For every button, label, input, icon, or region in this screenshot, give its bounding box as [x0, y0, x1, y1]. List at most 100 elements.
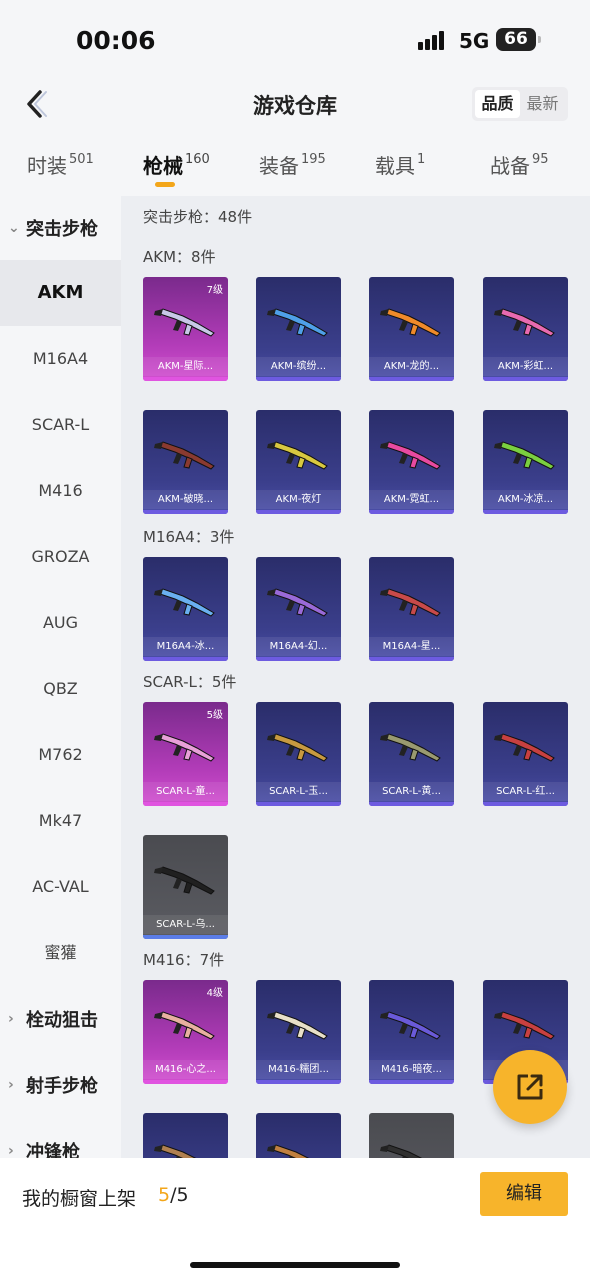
sidebar-group-label: 栓动狙击	[26, 1010, 98, 1031]
warehouse-page: 00:06 5G 66 游戏仓库 品质 最新 时装 501 枪械 160 装备 195…	[0, 0, 590, 1280]
rifle-icon	[380, 588, 441, 617]
weapon-skin-card[interactable]: 5级 SCAR-L-童...	[143, 702, 228, 806]
rifle-icon	[267, 308, 328, 337]
weapon-skin-card[interactable]	[369, 1113, 454, 1158]
tab-supplies[interactable]: 战备 95	[490, 150, 549, 179]
edit-button[interactable]: 编辑	[480, 1172, 568, 1216]
rarity-bar	[256, 1080, 341, 1084]
tab-label: 时装	[27, 154, 67, 178]
sidebar-group-assault-rifles[interactable]: ⌄ 突击步枪	[0, 196, 121, 260]
weapon-skin-card[interactable]: AKM-破晓...	[143, 410, 228, 514]
sidebar-item-m416[interactable]: M416	[0, 458, 121, 524]
weapon-skin-card[interactable]: M16A4-星...	[369, 557, 454, 661]
tab-count: 1	[417, 152, 426, 167]
tab-count: 501	[69, 152, 94, 167]
sidebar-item-groza[interactable]: GROZA	[0, 524, 121, 590]
sidebar-item-akm[interactable]: AKM	[0, 260, 121, 326]
weapon-skin-card[interactable]: AKM-冰凉...	[483, 410, 568, 514]
weapon-skin-card[interactable]: AKM-霓虹...	[369, 410, 454, 514]
weapon-skin-card[interactable]: AKM-龙的...	[369, 277, 454, 381]
chevron-right-icon: ›	[8, 1143, 14, 1158]
status-bar: 00:06 5G 66	[0, 0, 590, 80]
sidebar-group-smg[interactable]: › 冲锋枪	[0, 1118, 121, 1158]
category-summary: 突击步枪：48件	[143, 208, 253, 226]
weapon-skin-name: M416-糯团...	[256, 1060, 341, 1079]
sidebar-group-label: 射手步枪	[26, 1076, 98, 1097]
tab-vehicles[interactable]: 载具 1	[375, 150, 425, 179]
sort-newest-button[interactable]: 最新	[520, 90, 565, 118]
tab-equipment[interactable]: 装备 195	[259, 150, 326, 179]
weapon-skin-card[interactable]: SCAR-L-黄...	[369, 702, 454, 806]
sort-quality-button[interactable]: 品质	[475, 90, 520, 118]
chevron-right-icon: ›	[8, 1077, 14, 1093]
share-button[interactable]	[493, 1050, 567, 1124]
category-tabs: 时装 501 枪械 160 装备 195 载具 1 战备 95	[0, 140, 590, 196]
back-icon[interactable]	[22, 86, 52, 122]
sidebar-group-bolt-action[interactable]: › 栓动狙击	[0, 986, 121, 1052]
rarity-bar	[143, 377, 228, 381]
sidebar-item-m16a4[interactable]: M16A4	[0, 326, 121, 392]
weapon-skin-card[interactable]: SCAR-L-乌...	[143, 835, 228, 939]
header: 游戏仓库 品质 最新	[0, 80, 590, 130]
rifle-icon	[494, 1011, 555, 1040]
level-badge: 7级	[206, 285, 223, 296]
rarity-bar	[143, 935, 228, 939]
tab-label: 装备	[259, 154, 299, 178]
weapon-skin-name: M16A4-冰...	[143, 637, 228, 656]
share-icon	[517, 1074, 543, 1100]
sidebar-item-m762[interactable]: M762	[0, 722, 121, 788]
section-title: AKM：8件	[143, 248, 216, 266]
weapon-skin-name: AKM-星际...	[143, 357, 228, 376]
weapon-skin-card[interactable]: 7级 AKM-星际...	[143, 277, 228, 381]
weapon-skin-name: SCAR-L-黄...	[369, 782, 454, 801]
weapon-skin-card[interactable]: AKM-夜灯	[256, 410, 341, 514]
showcase-total: /5	[170, 1184, 189, 1206]
sidebar-group-label: 冲锋枪	[26, 1142, 80, 1158]
tab-label: 枪械	[143, 154, 183, 178]
rifle-icon	[154, 1011, 215, 1040]
tab-count: 160	[185, 152, 210, 167]
sidebar-group-marksman[interactable]: › 射手步枪	[0, 1052, 121, 1118]
rifle-icon	[154, 588, 215, 617]
rarity-bar	[369, 377, 454, 381]
sidebar-item-aug[interactable]: AUG	[0, 590, 121, 656]
level-badge: 4级	[206, 988, 223, 999]
weapon-skin-card[interactable]	[256, 1113, 341, 1158]
weapon-skin-card[interactable]: AKM-彩虹...	[483, 277, 568, 381]
rifle-icon	[380, 1011, 441, 1040]
signal-icon	[418, 30, 448, 50]
rarity-bar	[256, 377, 341, 381]
weapon-skin-card[interactable]: M16A4-幻...	[256, 557, 341, 661]
weapon-skin-card[interactable]	[143, 1113, 228, 1158]
tab-label: 载具	[375, 154, 415, 178]
sidebar-item-qbz[interactable]: QBZ	[0, 656, 121, 722]
sidebar-item-honey-badger[interactable]: 蜜獾	[0, 920, 121, 986]
rarity-bar	[256, 657, 341, 661]
rifle-icon	[267, 1144, 310, 1158]
rifle-icon	[154, 1144, 197, 1158]
weapon-skin-card[interactable]: M16A4-冰...	[143, 557, 228, 661]
weapon-skin-card[interactable]: 4级 M416-心之...	[143, 980, 228, 1084]
rarity-bar	[369, 802, 454, 806]
tab-fashion[interactable]: 时装 501	[27, 150, 94, 179]
weapon-skin-card[interactable]: AKM-缤纷...	[256, 277, 341, 381]
sidebar-group-label: 突击步枪	[26, 219, 98, 240]
network-label: 5G	[459, 29, 490, 53]
weapon-skin-card[interactable]: SCAR-L-红...	[483, 702, 568, 806]
rarity-bar	[143, 1080, 228, 1084]
rifle-icon	[380, 733, 441, 762]
tab-guns[interactable]: 枪械 160	[143, 150, 210, 179]
rarity-bar	[483, 510, 568, 514]
weapon-skin-name: SCAR-L-童...	[143, 782, 228, 801]
weapon-skin-card[interactable]: M416-暗夜...	[369, 980, 454, 1084]
weapon-skin-card[interactable]: SCAR-L-玉...	[256, 702, 341, 806]
weapon-skin-name: SCAR-L-玉...	[256, 782, 341, 801]
weapon-skin-name: M416-心之...	[143, 1060, 228, 1079]
sidebar-item-scar-l[interactable]: SCAR-L	[0, 392, 121, 458]
sidebar-item-ac-val[interactable]: AC-VAL	[0, 854, 121, 920]
sidebar-item-mk47[interactable]: Mk47	[0, 788, 121, 854]
weapon-skin-name: AKM-破晓...	[143, 490, 228, 509]
weapon-skin-card[interactable]: M416-糯团...	[256, 980, 341, 1084]
weapon-skin-name: AKM-冰凉...	[483, 490, 568, 509]
rifle-icon	[380, 1144, 423, 1158]
